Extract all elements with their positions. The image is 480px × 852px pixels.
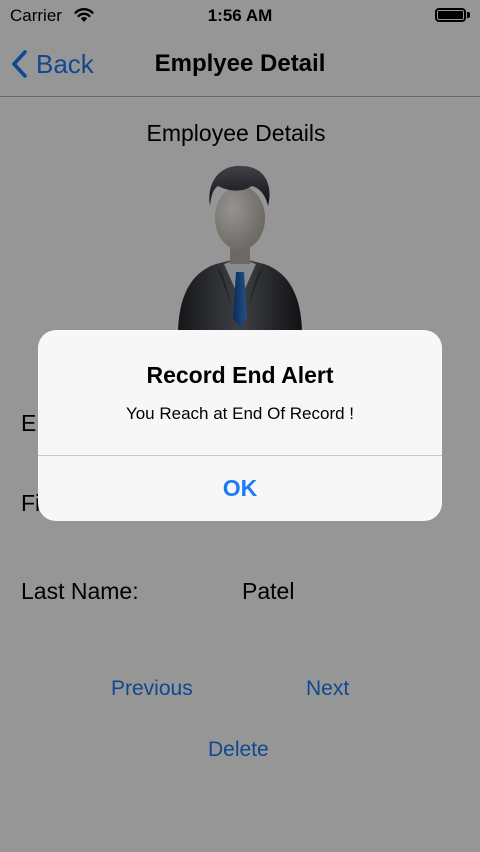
alert-dialog: Record End Alert You Reach at End Of Rec…	[38, 330, 442, 521]
alert-message: You Reach at End Of Record !	[125, 404, 355, 423]
alert-title: Record End Alert	[146, 362, 334, 388]
ok-button[interactable]: OK	[38, 456, 442, 521]
